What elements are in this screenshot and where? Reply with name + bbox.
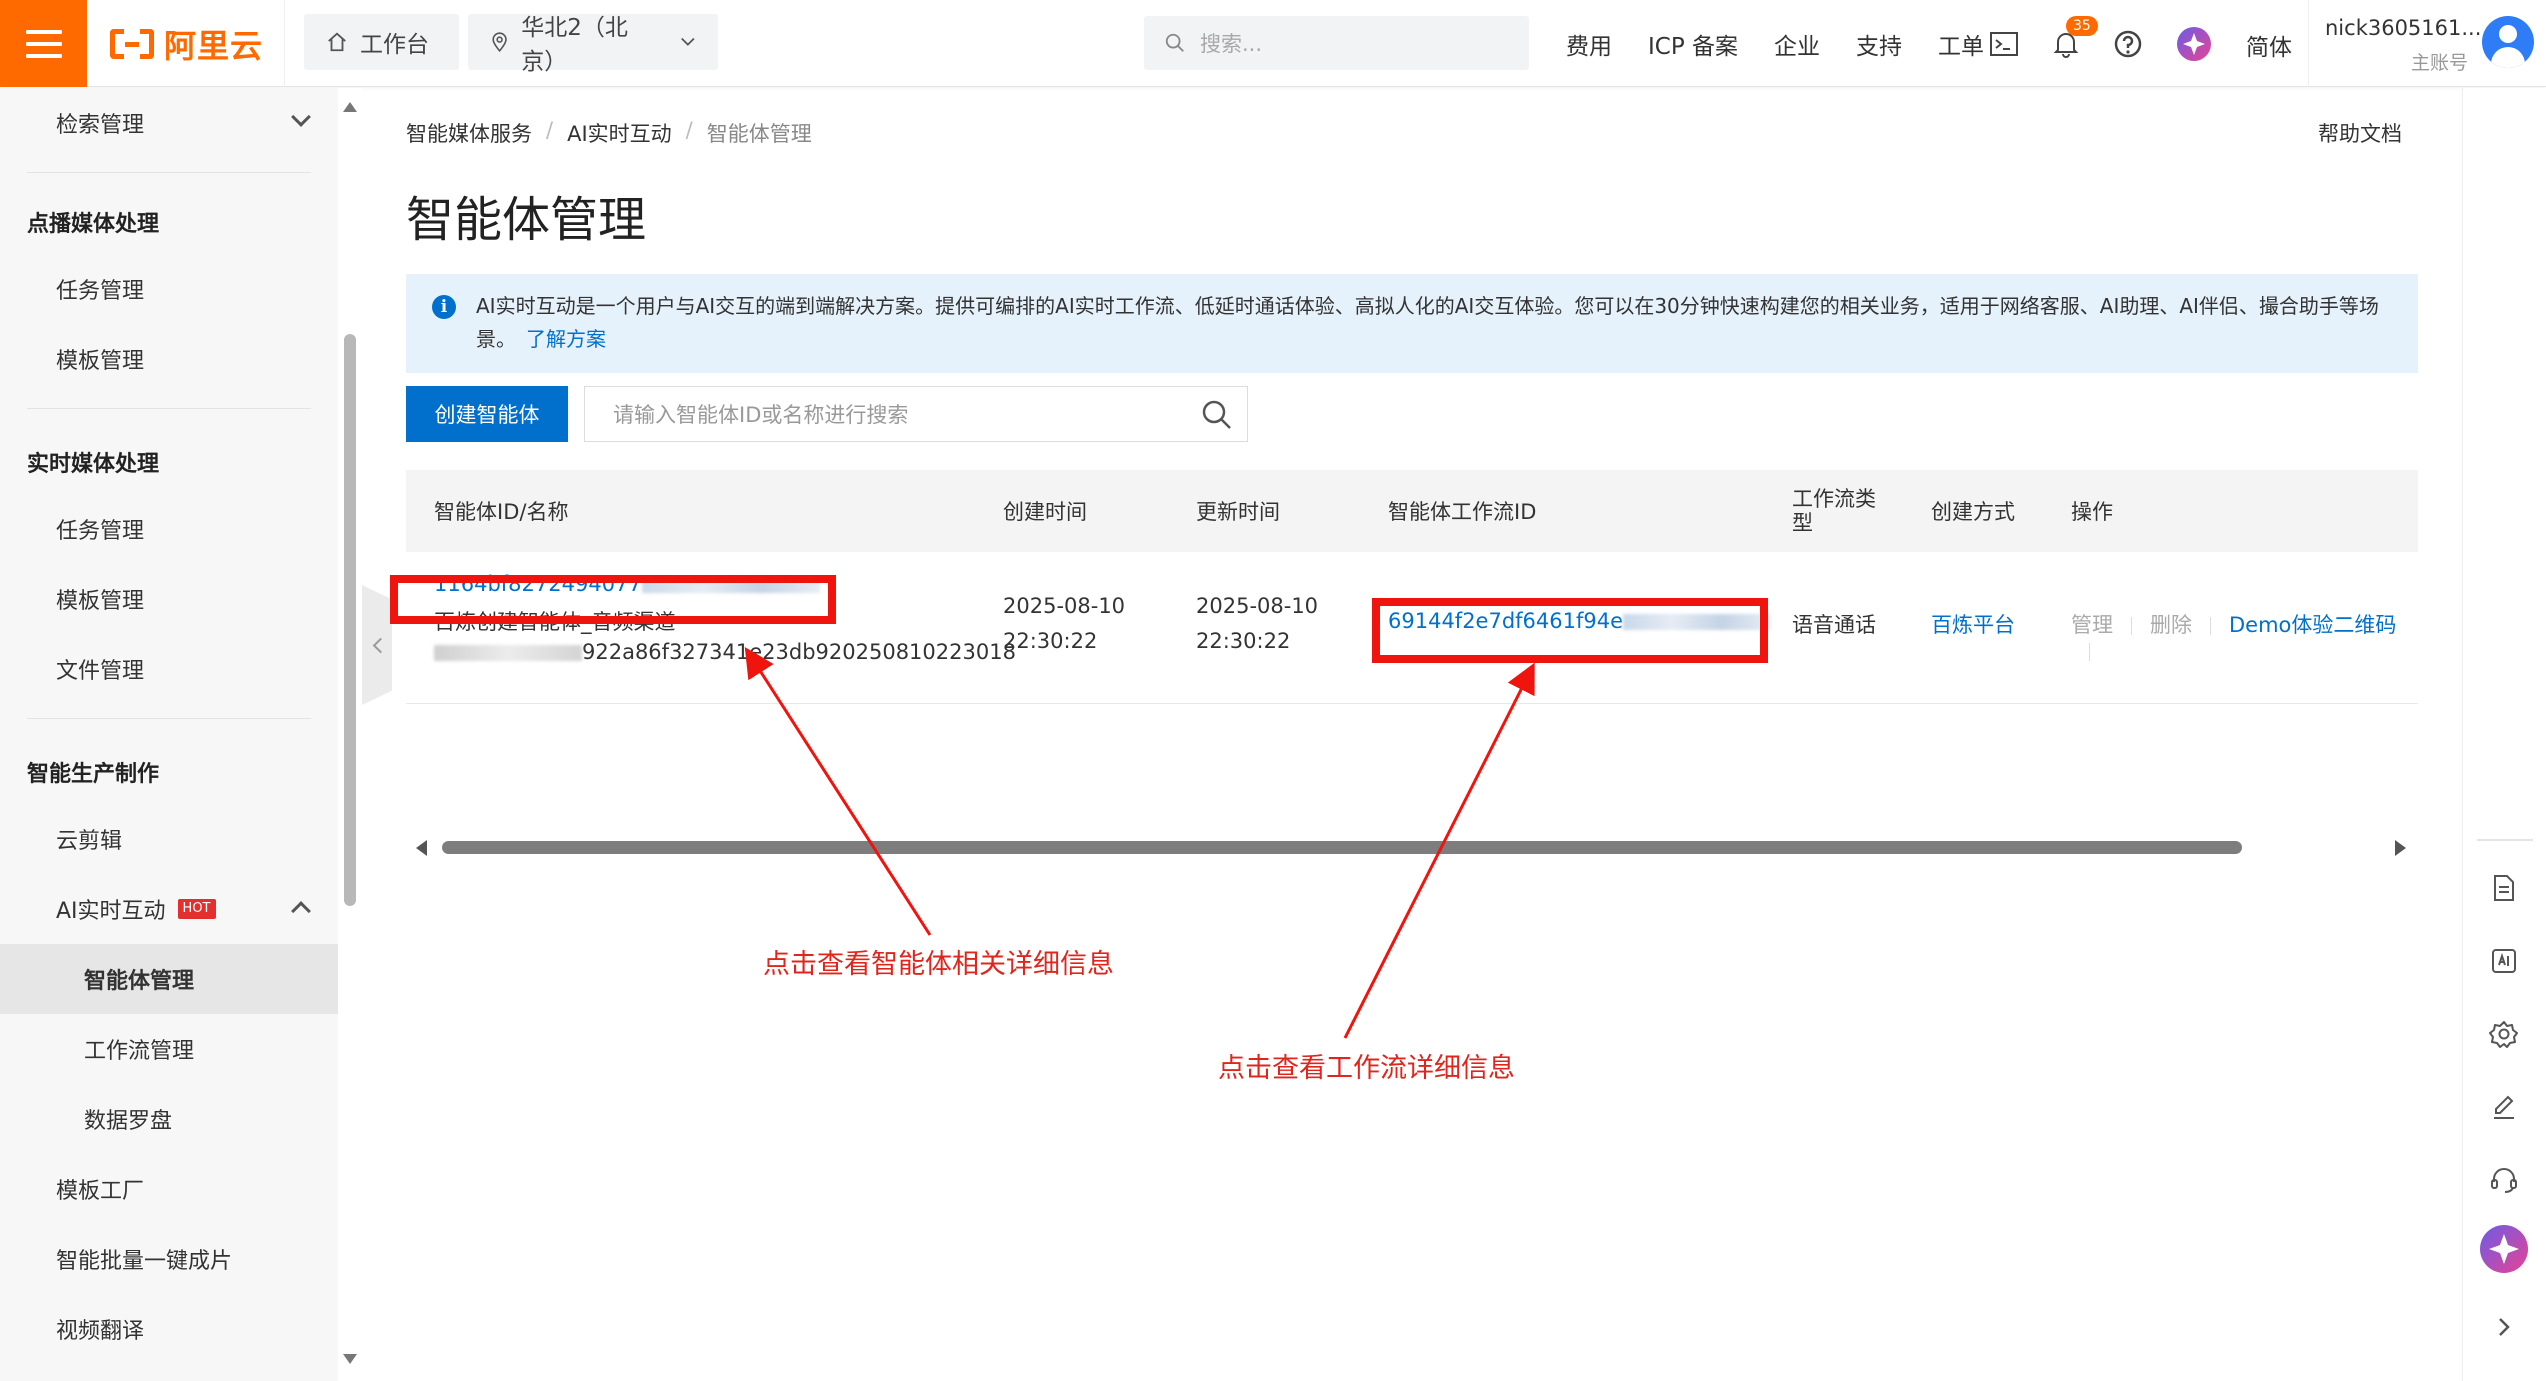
annotation-workflow-hint: 点击查看工作流详细信息	[1218, 1053, 1515, 1084]
ai-assistant-icon[interactable]	[2479, 1224, 2529, 1274]
arrow-to-agent-id	[744, 646, 932, 936]
annotation-arrows	[744, 646, 1535, 1039]
api-icon[interactable]	[2479, 936, 2529, 986]
customer-service-icon[interactable]	[2479, 1155, 2529, 1205]
chevron-right-icon[interactable]	[2479, 1302, 2529, 1352]
settings-gear-icon[interactable]	[2479, 1009, 2529, 1059]
document-icon[interactable]	[2479, 863, 2529, 913]
edit-feedback-icon[interactable]	[2479, 1082, 2529, 1132]
right-tool-rail	[2462, 88, 2546, 1381]
annotation-agent-hint: 点击查看智能体相关详细信息	[763, 949, 1114, 980]
arrow-to-workflow-id	[1343, 662, 1535, 1039]
